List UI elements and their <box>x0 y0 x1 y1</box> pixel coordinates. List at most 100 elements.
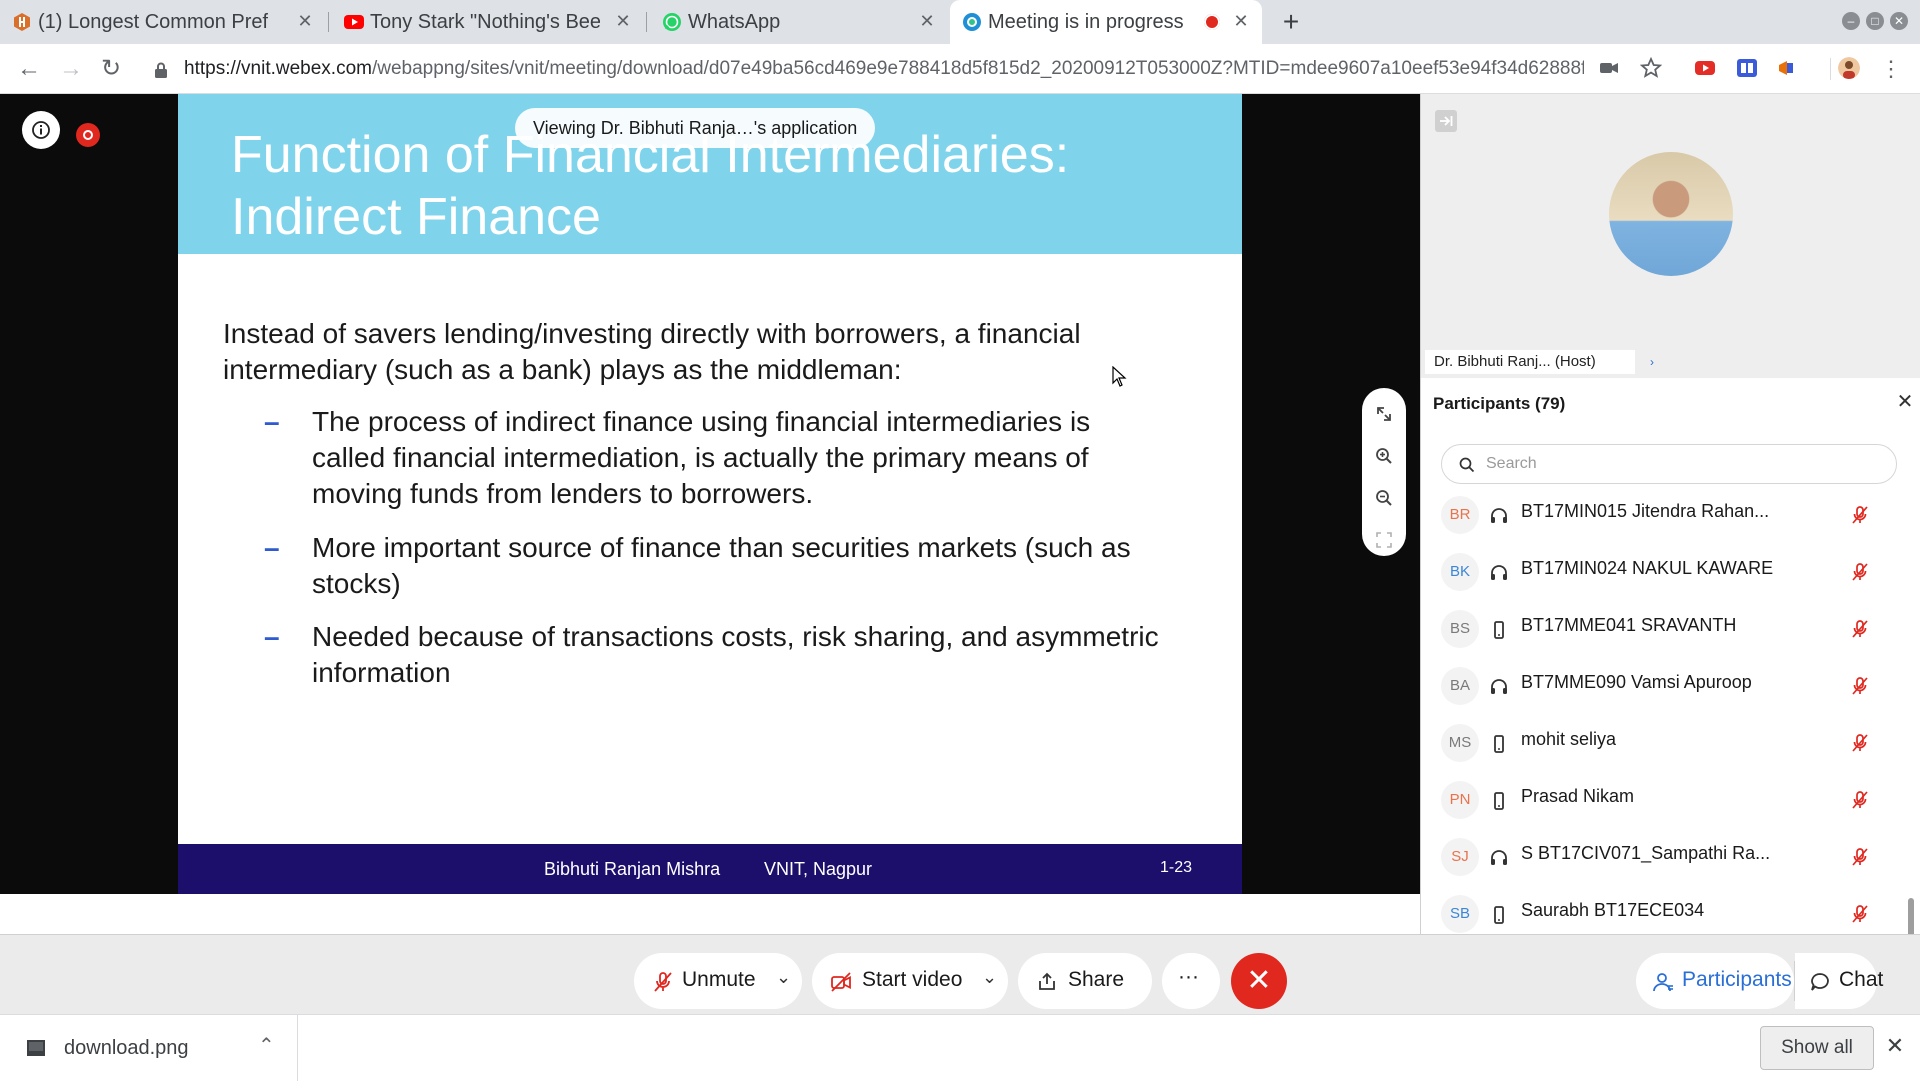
participant-name: BT17MME041 SRAVANTH <box>1521 615 1737 635</box>
close-download-shelf-icon[interactable]: ✕ <box>1882 1033 1908 1059</box>
muted-microphone-icon[interactable] <box>1849 675 1871 697</box>
tab-separator <box>646 12 647 32</box>
more-options-icon: ··· <box>1178 965 1199 988</box>
tab-close-icon[interactable]: ✕ <box>916 10 938 32</box>
start-video-button[interactable]: Start video ⌄ <box>812 953 1008 1009</box>
reload-icon[interactable]: ↻ <box>96 54 126 84</box>
chat-toggle-label: Chat <box>1839 968 1884 991</box>
participant-row[interactable]: BK BT17MIN024 NAKUL KAWARE <box>1421 547 1920 604</box>
bookmark-star-icon[interactable] <box>1640 57 1662 79</box>
download-item[interactable]: download.png ⌃ <box>0 1015 298 1081</box>
headset-icon <box>1491 679 1507 694</box>
participants-scrollbar[interactable] <box>1908 898 1914 938</box>
tab-label: Meeting is in progress <box>988 10 1184 33</box>
whatsapp-icon <box>663 13 681 31</box>
participant-name: S BT17CIV071_Sampathi Ra... <box>1521 843 1771 863</box>
participants-toggle-label: Participants <box>1682 968 1792 991</box>
muted-microphone-icon[interactable] <box>1849 846 1871 868</box>
muted-microphone-icon[interactable] <box>1849 561 1871 583</box>
collapse-panel-button[interactable] <box>1435 110 1457 132</box>
tab-webex-meeting[interactable]: Meeting is in progress ✕ <box>950 0 1262 44</box>
muted-microphone-icon[interactable] <box>1849 732 1871 754</box>
chat-icon <box>1811 973 1829 991</box>
recording-indicator-icon[interactable] <box>76 123 100 147</box>
tab-whatsapp[interactable]: WhatsApp ✕ <box>650 0 948 44</box>
tab-longest-common-prefix[interactable]: (1) Longest Common Pref ✕ <box>0 0 326 44</box>
muted-microphone-icon[interactable] <box>1849 789 1871 811</box>
participant-row[interactable]: PN Prasad Nikam <box>1421 775 1920 832</box>
fit-to-window-icon[interactable] <box>1374 404 1394 424</box>
browser-menu-icon[interactable]: ⋮ <box>1876 54 1906 84</box>
tab-close-icon[interactable]: ✕ <box>612 10 634 32</box>
new-tab-button[interactable]: + <box>1276 8 1306 38</box>
show-all-downloads-button[interactable]: Show all <box>1760 1026 1874 1070</box>
tab-label: WhatsApp <box>688 10 781 33</box>
back-arrow-icon[interactable]: ← <box>14 54 44 84</box>
full-screen-icon[interactable] <box>1374 530 1394 550</box>
participants-toggle-button[interactable]: Participants <box>1636 953 1794 1009</box>
more-options-button[interactable]: ··· <box>1162 953 1220 1009</box>
tab-close-icon[interactable]: ✕ <box>294 10 316 32</box>
participant-row[interactable]: BS BT17MME041 SRAVANTH <box>1421 604 1920 661</box>
video-options-chevron-icon[interactable]: ⌄ <box>982 967 997 988</box>
zoom-out-icon[interactable] <box>1374 488 1394 508</box>
slide-page-number: 1-23 <box>1160 859 1193 876</box>
content-zoom-controls <box>1362 388 1406 556</box>
share-button[interactable]: Share <box>1018 953 1152 1009</box>
participant-avatar: BS <box>1441 610 1479 648</box>
muted-microphone-icon[interactable] <box>1849 903 1871 925</box>
image-file-icon <box>27 1040 45 1056</box>
minimize-window-icon[interactable]: – <box>1842 12 1860 30</box>
share-label: Share <box>1068 968 1125 991</box>
leave-meeting-button[interactable]: ✕ <box>1231 953 1287 1009</box>
bullet-text: Needed because of transactions costs, ri… <box>312 621 1159 688</box>
chat-toggle-button[interactable]: Chat <box>1795 953 1883 1009</box>
unmute-button[interactable]: Unmute ⌄ <box>634 953 802 1009</box>
webex-icon <box>963 13 981 31</box>
slide-footer-author: Bibhuti Ranjan Mishra <box>544 859 721 879</box>
youtube-extension-icon[interactable] <box>1694 57 1716 79</box>
close-participants-icon[interactable]: ✕ <box>1893 390 1917 414</box>
participants-search-box[interactable] <box>1441 444 1897 484</box>
tab-youtube[interactable]: Tony Stark "Nothing's Bee ✕ <box>332 0 644 44</box>
bullet-text: The process of indirect finance using fi… <box>312 406 1091 509</box>
participant-row[interactable]: BA BT7MME090 Vamsi Apuroop <box>1421 661 1920 718</box>
maximize-window-icon[interactable]: □ <box>1866 12 1884 30</box>
participant-avatar: MS <box>1441 724 1479 762</box>
participant-row[interactable]: MS mohit seliya <box>1421 718 1920 775</box>
host-video-area: Dr. Bibhuti Ranj... (Host) › <box>1420 94 1920 378</box>
close-window-icon[interactable]: ✕ <box>1890 12 1908 30</box>
tab-close-icon[interactable]: ✕ <box>1230 10 1252 32</box>
participant-row[interactable]: SJ S BT17CIV071_Sampathi Ra... <box>1421 832 1920 889</box>
download-file-name: download.png <box>64 1037 189 1059</box>
headset-icon <box>1491 565 1507 580</box>
participant-avatar: BA <box>1441 667 1479 705</box>
lock-icon[interactable] <box>154 62 168 78</box>
muted-microphone-icon[interactable] <box>1849 504 1871 526</box>
host-video-thumbnail[interactable] <box>1609 152 1733 276</box>
browser-tab-strip: (1) Longest Common Pref ✕ Tony Stark "No… <box>0 0 1920 44</box>
host-menu-arrow-icon[interactable]: › <box>1643 350 1661 374</box>
participant-row[interactable]: SB Saurabh BT17ECE034 <box>1421 889 1920 936</box>
profile-avatar-icon[interactable] <box>1838 57 1860 79</box>
presentation-slide: Function of Financial Intermediaries: In… <box>178 94 1242 894</box>
slide-footer: Bibhuti Ranjan Mishra VNIT, Nagpur 1-23 <box>178 844 1242 894</box>
participant-name: Saurabh BT17ECE034 <box>1521 900 1705 920</box>
muted-microphone-icon[interactable] <box>1849 618 1871 640</box>
forward-arrow-icon[interactable]: → <box>56 54 86 84</box>
reader-extension-icon[interactable] <box>1736 57 1758 79</box>
meeting-info-button[interactable] <box>22 111 60 149</box>
browser-toolbar: ← → ↻ https://vnit.webex.com/webappng/si… <box>0 44 1920 94</box>
participants-panel: Participants (79) ✕ BR BT17MIN015 Jitendr… <box>1420 378 1920 938</box>
participant-row[interactable]: BR BT17MIN015 Jitendra Rahan... <box>1421 490 1920 547</box>
megaphone-extension-icon[interactable] <box>1776 57 1798 79</box>
camera-blocked-icon[interactable] <box>1598 57 1620 79</box>
zoom-in-icon[interactable] <box>1374 446 1394 466</box>
tab-label: (1) Longest Common Pref <box>38 10 268 33</box>
download-options-chevron-icon[interactable]: ⌃ <box>258 1033 275 1058</box>
audio-options-chevron-icon[interactable]: ⌄ <box>776 967 791 988</box>
participants-search-input[interactable] <box>1486 451 1866 477</box>
url-host: https://vnit.webex.com <box>184 58 372 79</box>
address-bar[interactable]: https://vnit.webex.com/webappng/sites/vn… <box>184 56 1584 82</box>
host-name-label: Dr. Bibhuti Ranj... (Host) <box>1425 350 1635 374</box>
